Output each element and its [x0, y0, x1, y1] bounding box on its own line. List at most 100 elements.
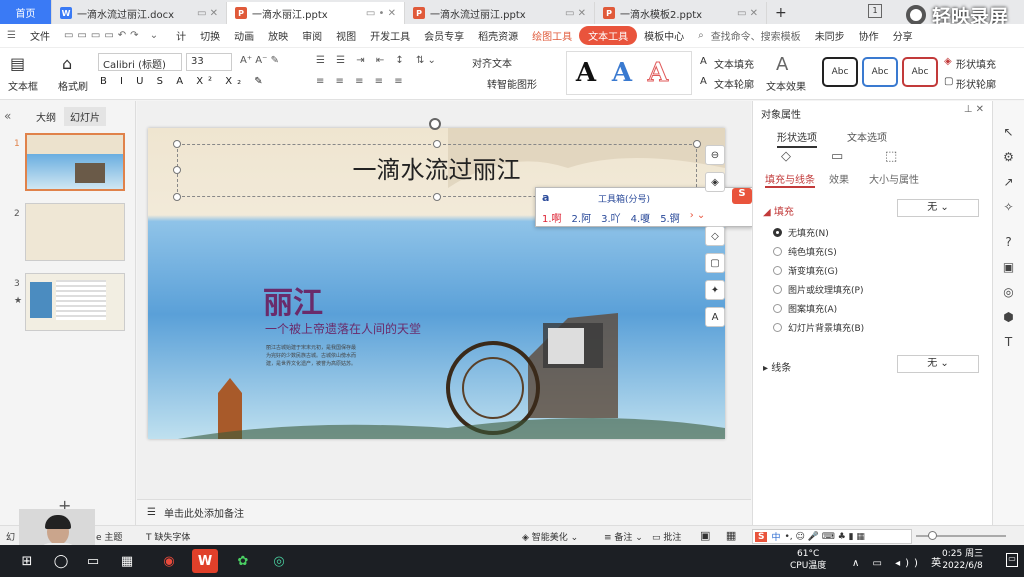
- menu-item-4[interactable]: 审阅: [295, 28, 329, 43]
- slide-1[interactable]: 一滴水流过丽江 丽江 一个被上帝遗落在人间的天堂 丽江古城始建于宋末元初，是我国…: [148, 128, 725, 439]
- cube-icon[interactable]: ⬢: [993, 304, 1024, 329]
- tab-home[interactable]: 首页: [0, 0, 52, 24]
- hamburger-icon[interactable]: ☰: [0, 30, 23, 41]
- properties-icon[interactable]: ⚙: [993, 144, 1024, 169]
- subtab-size[interactable]: 大小与属性: [869, 171, 919, 186]
- tab-text-options[interactable]: 文本选项: [847, 129, 887, 144]
- text-effect-icon[interactable]: A: [776, 54, 788, 75]
- smart-shape-button[interactable]: 转智能图形: [487, 76, 537, 91]
- quick-access-icons[interactable]: ▭▭▭▭↶↷ ⌄: [57, 30, 169, 41]
- text-style-red[interactable]: A: [643, 58, 673, 94]
- ime-toolbox[interactable]: 工具箱(分号): [598, 192, 650, 205]
- zoom-slider-thumb[interactable]: [928, 531, 937, 540]
- menu-item-8[interactable]: 稻壳资源: [471, 28, 525, 43]
- menu-item-3[interactable]: 放映: [261, 28, 295, 43]
- notes-toggle-button[interactable]: ≡ 备注 ⌄: [604, 530, 643, 543]
- slide-thumb-2[interactable]: [25, 203, 125, 261]
- subtab-effect[interactable]: 效果: [829, 171, 849, 186]
- text-style-blue[interactable]: A: [607, 58, 637, 94]
- shape-style-3[interactable]: Abc: [902, 57, 938, 87]
- slide-thumb-1[interactable]: [25, 133, 125, 191]
- ime-tools-icons[interactable]: •, ☺ 🎤 ⌨ ♣ ▮ ▦: [785, 532, 865, 542]
- clock[interactable]: 0:25 周三 2022/6/8: [942, 548, 983, 572]
- menu-template-center[interactable]: 模板中心: [637, 28, 691, 43]
- wechat-icon[interactable]: ✿: [230, 549, 256, 573]
- font-name-select[interactable]: Calibri (标题): [98, 53, 182, 71]
- search-icon[interactable]: ◯: [48, 549, 74, 573]
- font-size-select[interactable]: 33: [186, 53, 232, 71]
- ime-candidate[interactable]: 3.吖: [601, 210, 621, 225]
- slide-slogan[interactable]: 一个被上帝遗落在人间的天堂: [265, 320, 421, 337]
- alignment-icons[interactable]: ≡ ≡ ≡ ≡ ≡: [316, 76, 407, 87]
- resize-handle[interactable]: [433, 193, 441, 201]
- menu-item-6[interactable]: 开发工具: [363, 28, 417, 43]
- format-brush-button[interactable]: 格式刷: [58, 78, 88, 93]
- store-icon[interactable]: ▦: [114, 549, 140, 573]
- fill-select[interactable]: 无 ⌄: [897, 199, 979, 217]
- shape-outline-button[interactable]: 形状轮廓: [956, 76, 996, 91]
- menu-item-0[interactable]: 计: [169, 28, 193, 43]
- font-style-buttons[interactable]: B I U S A X² X₂ ✎: [100, 76, 268, 87]
- ime-candidate[interactable]: 2.阿: [572, 210, 592, 225]
- sogou-ime-bar[interactable]: S 中 •, ☺ 🎤 ⌨ ♣ ▮ ▦: [752, 529, 912, 544]
- notes-placeholder[interactable]: 单击此处添加备注: [164, 505, 244, 520]
- tab-close-icon[interactable]: ▭ • ✕: [356, 8, 396, 19]
- tab-outline[interactable]: 大纲: [36, 109, 56, 124]
- text-effect-button[interactable]: 文本效果: [766, 78, 806, 93]
- share-button[interactable]: 分享: [886, 28, 920, 43]
- new-tab-button[interactable]: +: [767, 2, 795, 24]
- rotate-handle-icon[interactable]: [429, 118, 441, 130]
- tab-pptx-active[interactable]: P 一滴水丽江.pptx ▭ • ✕: [227, 2, 405, 24]
- format-brush-icon[interactable]: ⌂: [62, 54, 72, 73]
- textbox-icon[interactable]: ▤: [10, 54, 25, 73]
- select-icon[interactable]: ↗: [993, 169, 1024, 194]
- tab-shape-options[interactable]: 形状选项: [777, 129, 817, 148]
- tab-close-icon[interactable]: ▭ ✕: [727, 8, 758, 19]
- outline-icon[interactable]: ▢: [705, 253, 725, 273]
- fill-option-gradient[interactable]: 渐变填充(G): [773, 261, 864, 280]
- shape-style-2[interactable]: Abc: [862, 57, 898, 87]
- notification-icon[interactable]: ▭: [1006, 553, 1018, 567]
- sync-status[interactable]: 未同步: [808, 28, 852, 43]
- menu-file[interactable]: 文件: [23, 28, 57, 43]
- paragraph-list-icons[interactable]: ☰ ☰ ⇥ ⇤ ↕: [316, 55, 408, 66]
- search-icon[interactable]: ⌕: [691, 30, 711, 41]
- resize-handle[interactable]: [693, 140, 701, 148]
- slide-thumb-3[interactable]: [25, 273, 125, 331]
- tray-icons[interactable]: ∧ ▭ ◂)) 英: [852, 554, 946, 569]
- line-section-label[interactable]: ▸ 线条: [763, 359, 791, 374]
- comment-button[interactable]: ▭ 批注: [652, 530, 681, 543]
- tab-close-icon[interactable]: ▭ ✕: [187, 8, 218, 19]
- tab-docx[interactable]: W 一滴水流过丽江.docx ▭ ✕: [52, 2, 227, 24]
- ime-candidate[interactable]: 1.啊: [542, 210, 562, 225]
- resize-handle[interactable]: [173, 193, 181, 201]
- tab-slides[interactable]: 幻灯片: [64, 107, 106, 126]
- chrome-icon[interactable]: ◉: [156, 549, 182, 573]
- help-icon[interactable]: ?: [993, 229, 1024, 254]
- line-select[interactable]: 无 ⌄: [897, 355, 979, 373]
- layers-icon[interactable]: ◈: [705, 172, 725, 192]
- menu-item-2[interactable]: 动画: [227, 28, 261, 43]
- fill-option-slide-bg[interactable]: 幻灯片背景填充(B): [773, 318, 864, 337]
- text-outline-icon[interactable]: A: [700, 76, 707, 87]
- slide-paragraph[interactable]: 丽江古城始建于宋末元初，是我国保存最为完好的少数民族古城。古城依山傍水而建，是世…: [266, 344, 356, 368]
- fill-section-label[interactable]: ◢ 填充: [763, 203, 794, 218]
- shape-style-1[interactable]: Abc: [822, 57, 858, 87]
- shape-fill-icon[interactable]: ◈: [944, 56, 952, 67]
- menu-item-5[interactable]: 视图: [329, 28, 363, 43]
- panel-close-icon[interactable]: ⊥ ✕: [964, 104, 984, 115]
- tab-pptx-2[interactable]: P 一滴水流过丽江.pptx ▭ ✕: [405, 2, 595, 24]
- search-command[interactable]: 查找命令、搜索模板: [711, 28, 808, 43]
- menu-item-7[interactable]: 会员专享: [417, 28, 471, 43]
- text-style-gallery[interactable]: A A A: [566, 51, 692, 95]
- text-outline-button[interactable]: 文本轮廓: [714, 76, 754, 91]
- menu-drawing-tools[interactable]: 绘图工具: [525, 28, 579, 43]
- smart-beautify-button[interactable]: ◈ 智能美化 ⌄: [522, 530, 578, 543]
- text-fill-button[interactable]: 文本填充: [714, 56, 754, 71]
- recorder-app-icon[interactable]: ◎: [266, 549, 292, 573]
- ime-candidate[interactable]: 4.嗄: [631, 210, 651, 225]
- ime-mode[interactable]: 中: [771, 530, 780, 543]
- fill-option-pattern[interactable]: 图案填充(A): [773, 299, 864, 318]
- slide-lijiang-heading[interactable]: 丽江: [263, 278, 323, 322]
- fill-option-solid[interactable]: 纯色填充(S): [773, 242, 864, 261]
